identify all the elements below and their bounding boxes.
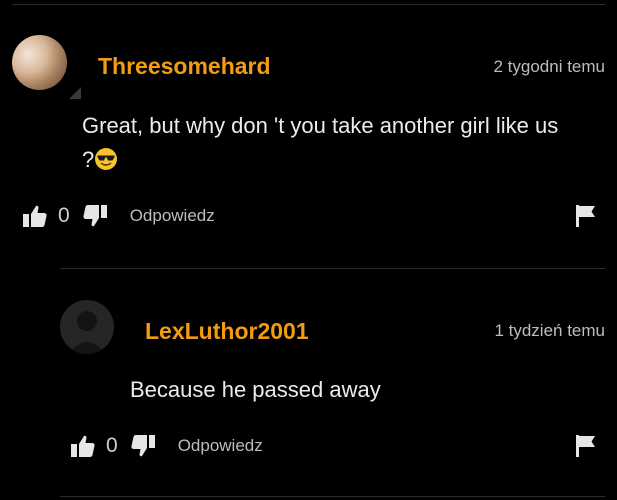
sunglasses-emoji-icon — [95, 148, 118, 170]
comment-text: Great, but why don 't you take another g… — [82, 109, 607, 177]
comment-timestamp: 1 tydzień temu — [494, 321, 605, 340]
comment-text-line-1: Great, but why don 't you take another g… — [82, 113, 559, 138]
reply-button[interactable]: Odpowiedz — [130, 206, 215, 226]
like-count: 0 — [106, 434, 118, 457]
comment-username[interactable]: LexLuthor2001 — [145, 318, 309, 345]
thumbs-down-icon[interactable] — [82, 203, 108, 229]
reply-divider — [60, 268, 605, 269]
flag-icon[interactable] — [573, 203, 599, 229]
avatar[interactable] — [60, 300, 114, 354]
thumbs-down-icon[interactable] — [130, 433, 156, 459]
bottom-divider — [60, 496, 605, 497]
reply-button[interactable]: Odpowiedz — [178, 436, 263, 456]
comment-2: LexLuthor2001 1 tydzień temu Because he … — [0, 270, 617, 500]
flag-icon[interactable] — [573, 433, 599, 459]
like-count: 0 — [58, 204, 70, 227]
comment-text-question: ? — [82, 147, 95, 172]
comment-1: Threesomehard 2 tygodni temu Great, but … — [0, 0, 617, 270]
comment-actions: 0 Odpowiedz — [22, 201, 215, 231]
comment-text-line-2: ? — [82, 143, 607, 177]
comment-timestamp: 2 tygodni temu — [493, 57, 605, 76]
avatar-corner-marker — [69, 87, 81, 99]
comment-username[interactable]: Threesomehard — [98, 53, 271, 80]
comment-actions: 0 Odpowiedz — [70, 431, 263, 461]
comment-text: Because he passed away — [130, 377, 381, 402]
avatar[interactable] — [12, 35, 67, 90]
default-user-icon — [68, 311, 106, 354]
thumbs-up-icon[interactable] — [70, 433, 96, 459]
thumbs-up-icon[interactable] — [22, 203, 48, 229]
